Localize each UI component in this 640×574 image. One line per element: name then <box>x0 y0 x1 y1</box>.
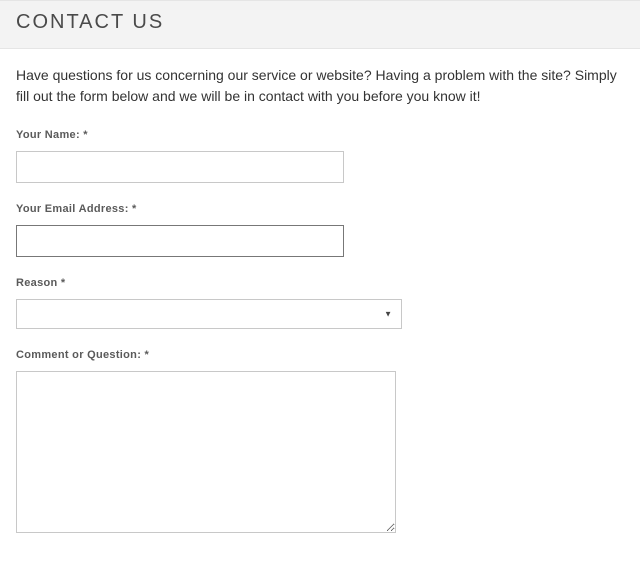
comment-label: Comment or Question: * <box>16 349 624 361</box>
name-input[interactable] <box>16 151 344 183</box>
intro-text: Have questions for us concerning our ser… <box>16 65 624 107</box>
comment-textarea[interactable] <box>16 371 396 533</box>
comment-field-group: Comment or Question: * <box>16 349 624 538</box>
page-title: CONTACT US <box>16 11 624 34</box>
email-field-group: Your Email Address: * <box>16 203 624 257</box>
reason-field-group: Reason * ▼ <box>16 277 624 329</box>
reason-label: Reason * <box>16 277 624 289</box>
page-header: CONTACT US <box>0 0 640 49</box>
name-field-group: Your Name: * <box>16 129 624 183</box>
reason-select[interactable] <box>16 299 402 329</box>
reason-select-wrap: ▼ <box>16 299 402 329</box>
page-content: Have questions for us concerning our ser… <box>0 49 640 574</box>
email-input[interactable] <box>16 225 344 257</box>
email-label: Your Email Address: * <box>16 203 624 215</box>
name-label: Your Name: * <box>16 129 624 141</box>
